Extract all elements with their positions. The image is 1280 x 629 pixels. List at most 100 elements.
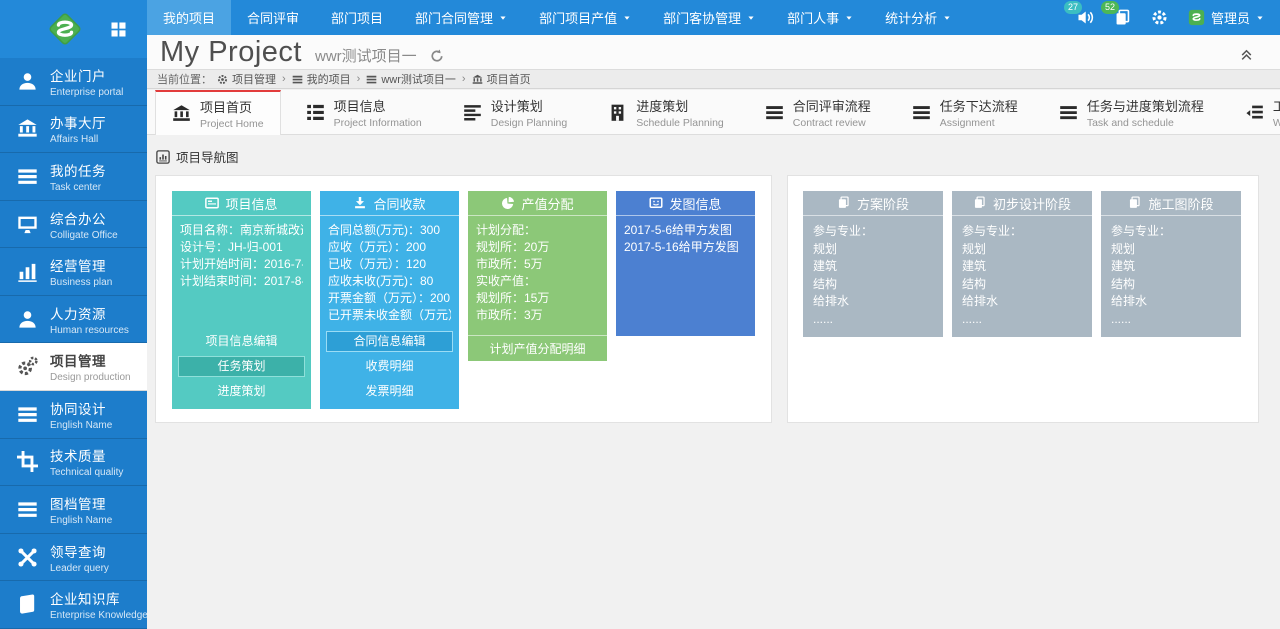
sidebar-item-drawing-archive[interactable]: 图档管理English Name [0, 486, 147, 534]
menu-lines-icon [17, 499, 38, 520]
monitor-icon [17, 214, 38, 235]
stage-line: 参与专业： [813, 223, 933, 241]
card-contract-collection-header: 合同收款 [320, 191, 459, 216]
page-title: My Project [160, 36, 302, 69]
edit-project-info-button[interactable]: 项目信息编辑 [178, 331, 305, 352]
stage-line: 给排水 [813, 293, 933, 311]
card-drawing-release-info: 发图信息 2017-5-6给甲方发图 2017-5-16给甲方发图 [616, 191, 755, 336]
card-output-allocation-body: 计划分配： 规划所：20万 市政所：5万 实收产值： 规划所：15万 市政所：3… [468, 216, 607, 335]
edit-contract-info-button[interactable]: 合同信息编辑 [326, 331, 453, 352]
bank-icon [172, 104, 191, 123]
tab-task-and-schedule[interactable]: 任务与进度策划流程Task and schedule [1043, 90, 1220, 134]
nav-my-projects[interactable]: 我的项目 [147, 0, 231, 35]
stacked-pages-icon [837, 196, 851, 210]
info-line: 计划结束时间：2017-8-9 [180, 273, 303, 290]
settings-gear-icon[interactable] [1151, 9, 1168, 26]
info-line: 已开票未收金额（万元）：80 [328, 307, 451, 324]
indent-list-icon [1245, 103, 1264, 122]
info-line: 应收（万元）：200 [328, 239, 451, 256]
schedule-planning-button[interactable]: 进度策划 [178, 381, 305, 402]
chevron-down-icon [499, 14, 507, 22]
tab-project-home[interactable]: 项目首页Project Home [155, 90, 281, 135]
share-x-icon [17, 547, 38, 568]
refresh-icon[interactable] [430, 49, 444, 63]
card-contract-collection-body: 合同总额(万元)：300 应收（万元）：200 已收（万元）：120 应收未收(… [320, 216, 459, 327]
breadcrumb-project-name[interactable]: wwr测试项目一 [366, 71, 456, 87]
stage-preliminary-header: 初步设计阶段 [952, 191, 1092, 216]
breadcrumb: 当前位置： 项目管理 › 我的项目 › wwr测试项目一 › 项目首页 [147, 69, 1280, 89]
menu-lines-icon [17, 166, 38, 187]
stage-line: 结构 [962, 276, 1082, 294]
task-planning-button[interactable]: 任务策划 [178, 356, 305, 377]
app-grid-icon[interactable] [110, 21, 127, 38]
nav-contract-review[interactable]: 合同评审 [231, 0, 315, 35]
page-header: My Project wwr测试项目一 [147, 35, 1280, 69]
chevron-down-icon [1256, 14, 1264, 22]
menu-lines-icon [1059, 103, 1078, 122]
breadcrumb-project-home[interactable]: 项目首页 [472, 71, 531, 87]
gears-icon [17, 356, 38, 377]
stage-line: ...... [962, 311, 1082, 329]
person-icon [17, 309, 38, 330]
info-line: 开票金额（万元）：200 [328, 290, 451, 307]
stage-line: 建筑 [813, 258, 933, 276]
tab-design-planning[interactable]: 设计策划Design Planning [447, 90, 583, 134]
sidebar-item-project-management[interactable]: 项目管理Design production [0, 343, 147, 391]
sidebar-item-affairs-hall[interactable]: 办事大厅Affairs Hall [0, 106, 147, 154]
sidebar-item-colligate-office[interactable]: 综合办公Colligate Office [0, 201, 147, 249]
sidebar-item-business-plan[interactable]: 经营管理Business plan [0, 248, 147, 296]
sidebar-item-leader-query[interactable]: 领导查询Leader query [0, 534, 147, 582]
documents-icon[interactable]: 52 [1114, 9, 1131, 26]
bank-icon [17, 118, 38, 139]
card-contract-collection-buttons: 合同信息编辑 收费明细 发票明细 [320, 327, 459, 409]
sidebar-item-enterprise-portal[interactable]: 企业门户Enterprise portal [0, 58, 147, 106]
card-project-info-header: 项目信息 [172, 191, 311, 216]
stage-card-construction-drawing: 施工图阶段 参与专业： 规划 建筑 结构 给排水 ...... [1101, 191, 1241, 337]
fee-details-button[interactable]: 收费明细 [326, 356, 453, 377]
nav-department-projects[interactable]: 部门项目 [315, 0, 399, 35]
app-logo-icon[interactable] [44, 8, 86, 50]
nav-statistics[interactable]: 统计分析 [869, 0, 967, 35]
gear-icon [217, 74, 228, 85]
stage-line: ...... [1111, 311, 1231, 329]
card-contract-collection: 合同收款 合同总额(万元)：300 应收（万元）：200 已收（万元）：120 … [320, 191, 459, 409]
sidebar-item-human-resources[interactable]: 人力资源Human resources [0, 296, 147, 344]
sidebar-item-enterprise-knowledge[interactable]: 企业知识库Enterprise Knowledge [0, 581, 147, 629]
planned-output-allocation-details-button[interactable]: 计划产值分配明细 [468, 335, 607, 361]
nav-dept-output-value[interactable]: 部门项目产值 [523, 0, 647, 35]
nav-dept-hr[interactable]: 部门人事 [771, 0, 869, 35]
notification-badge: 27 [1064, 1, 1082, 14]
tab-work-record[interactable]: 工作内容记录Work record [1229, 90, 1280, 134]
sidebar-item-collaborative-design[interactable]: 协同设计English Name [0, 391, 147, 439]
collapse-header-icon[interactable] [1239, 47, 1254, 62]
tab-bar: 项目首页Project Home 项目信息Project Information… [147, 90, 1280, 135]
stage-card-concept: 方案阶段 参与专业： 规划 建筑 结构 给排水 ...... [803, 191, 943, 337]
design-stages-panel: 方案阶段 参与专业： 规划 建筑 结构 给排水 ...... 初步设计阶段 参与… [787, 175, 1259, 423]
tab-schedule-planning[interactable]: 进度策划Schedule Planning [592, 90, 740, 134]
sidebar-item-technical-quality[interactable]: 技术质量Technical quality [0, 439, 147, 487]
bank-icon [472, 74, 483, 85]
menu-lines-icon [366, 74, 377, 85]
tab-assignment[interactable]: 任务下达流程Assignment [896, 90, 1034, 134]
tab-project-information[interactable]: 项目信息Project Information [290, 90, 438, 134]
breadcrumb-separator: › [462, 73, 466, 85]
invoice-details-button[interactable]: 发票明细 [326, 381, 453, 402]
chevron-down-icon [943, 14, 951, 22]
nav-dept-client-mgmt[interactable]: 部门客协管理 [647, 0, 771, 35]
stage-line: 建筑 [1111, 258, 1231, 276]
info-line: 规划所：20万 [476, 239, 599, 256]
tab-contract-review[interactable]: 合同评审流程Contract review [749, 90, 887, 134]
user-menu[interactable]: 管理员 [1188, 8, 1264, 27]
nav-dept-contract-mgmt[interactable]: 部门合同管理 [399, 0, 523, 35]
info-line: 2017-5-6给甲方发图 [624, 222, 747, 239]
info-line: 计划开始时间：2016-7-8 [180, 256, 303, 273]
sidebar-item-task-center[interactable]: 我的任务Task center [0, 153, 147, 201]
info-line: 项目名称：南京新城改造项目 [180, 222, 303, 239]
card-drawing-release-body: 2017-5-6给甲方发图 2017-5-16给甲方发图 [616, 216, 755, 336]
breadcrumb-my-projects[interactable]: 我的项目 [292, 71, 351, 87]
top-navbar: 我的项目 合同评审 部门项目 部门合同管理 部门项目产值 部门客协管理 部门人事… [147, 0, 1280, 35]
breadcrumb-project-management[interactable]: 项目管理 [217, 71, 276, 87]
notifications-speaker-icon[interactable]: 27 [1077, 9, 1094, 26]
download-arrow-icon [353, 196, 367, 210]
card-project-info: 项目信息 项目名称：南京新城改造项目 设计号：JH-归-001 计划开始时间：2… [172, 191, 311, 409]
